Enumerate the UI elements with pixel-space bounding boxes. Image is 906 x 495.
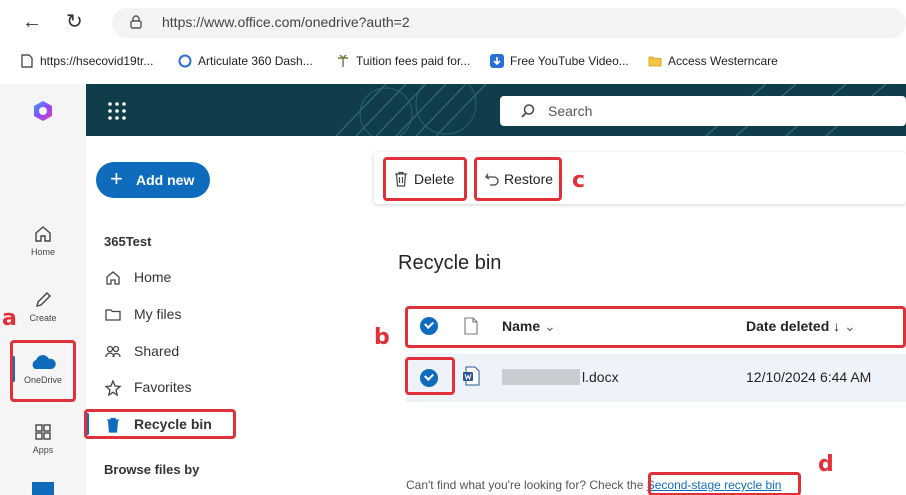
annotation-box-d — [648, 472, 801, 495]
bookmark-item[interactable]: Articulate 360 Dash... — [178, 54, 313, 68]
annotation-box-b-row — [405, 357, 455, 395]
rail-apps[interactable]: Apps — [0, 422, 86, 455]
add-new-button[interactable]: + Add new — [96, 162, 210, 198]
date-deleted: 12/10/2024 6:44 AM — [746, 369, 872, 385]
rail-apps-label: Apps — [32, 445, 54, 455]
home-icon — [106, 271, 120, 285]
annotation-box-b-header — [405, 306, 906, 348]
folder-icon — [105, 309, 121, 321]
annotation-label-a: a — [2, 306, 17, 331]
articulate-icon — [178, 54, 192, 68]
copilot-logo-icon[interactable] — [32, 100, 54, 122]
star-icon — [104, 379, 122, 397]
browse-files-title: Browse files by — [104, 462, 200, 477]
account-name: 365Test — [104, 234, 152, 249]
bookmark-item[interactable]: Tuition fees paid for... — [336, 54, 470, 68]
left-navigation: + Add new 365Test Home My files Shared F… — [86, 136, 366, 495]
search-box[interactable]: Search — [500, 96, 906, 126]
app-rail: Home Create OneDrive Apps — [0, 84, 86, 495]
annotation-box-a — [10, 340, 76, 402]
download-icon — [490, 54, 504, 68]
page-icon — [21, 54, 33, 68]
folder-icon — [648, 56, 662, 67]
app-header: Search — [86, 84, 906, 136]
search-placeholder: Search — [548, 103, 593, 119]
annotation-box-recycle-bin — [84, 409, 236, 439]
plus-icon: + — [110, 166, 123, 191]
home-icon — [35, 226, 51, 242]
reload-icon[interactable]: ↻ — [66, 12, 83, 32]
site-info-icon[interactable] — [130, 15, 142, 29]
table-row[interactable]: l.docx 12/10/2024 6:44 AM — [406, 354, 906, 402]
address-bar[interactable]: https://www.office.com/onedrive?auth=2 — [112, 8, 906, 38]
browser-toolbar: ← ↻ https://www.office.com/onedrive?auth… — [0, 0, 906, 44]
annotation-label-b: b — [374, 325, 390, 350]
bookmarks-bar: https://hsecovid19tr... Articulate 360 D… — [0, 50, 906, 76]
apps-grid-icon — [35, 424, 51, 440]
url-text: https://www.office.com/onedrive?auth=2 — [162, 14, 410, 30]
annotation-box-restore — [474, 157, 562, 201]
outlook-icon[interactable] — [32, 482, 54, 495]
tuition-icon — [338, 54, 348, 67]
rail-home-label: Home — [30, 247, 55, 257]
page-title: Recycle bin — [398, 252, 502, 274]
bookmark-item[interactable]: Free YouTube Video... — [490, 54, 629, 68]
bookmark-item[interactable]: https://hsecovid19tr... — [20, 54, 153, 68]
annotation-box-delete — [383, 157, 467, 201]
annotation-label-c: c — [572, 168, 586, 193]
redacted-filename — [502, 369, 580, 385]
bookmark-item[interactable]: Access Westerncare — [648, 54, 778, 68]
rail-home[interactable]: Home — [0, 224, 86, 257]
people-icon — [105, 345, 121, 358]
rail-create-label: Create — [29, 313, 57, 323]
back-arrow-icon[interactable]: ← — [22, 12, 42, 32]
word-document-icon — [463, 366, 480, 386]
annotation-label-d: d — [818, 452, 834, 477]
search-icon — [521, 104, 535, 118]
pencil-icon — [36, 292, 51, 307]
app-launcher-icon[interactable] — [106, 100, 128, 122]
file-name[interactable]: l.docx — [502, 369, 619, 385]
